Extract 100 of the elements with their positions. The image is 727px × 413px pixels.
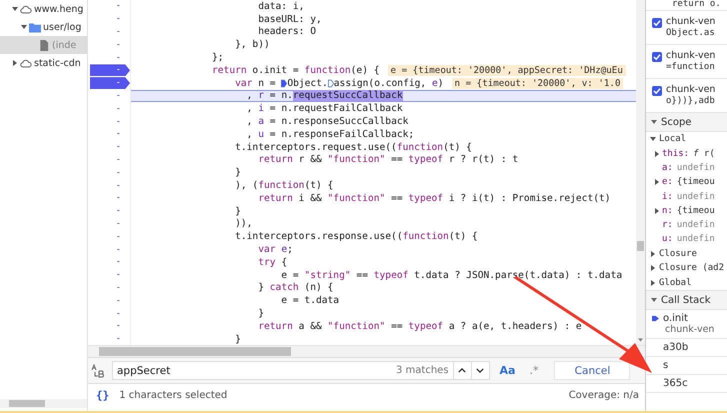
- next-match-button[interactable]: [472, 361, 490, 380]
- breakpoint-code: Object.as: [666, 28, 716, 38]
- line-number[interactable]: -: [116, 141, 130, 154]
- variable-name: n:: [662, 206, 673, 216]
- file-tree-item[interactable]: static-cdn: [0, 54, 87, 72]
- code-line: var e;: [257, 244, 293, 256]
- regex-toggle[interactable]: .*: [525, 364, 542, 377]
- selection-status: 1 characters selected: [119, 390, 228, 400]
- line-number[interactable]: -: [116, 102, 130, 115]
- code-line: e = "string" == typeof t.data ? JSON.parse(t.data) : t.data: [280, 270, 622, 281]
- code-line: }: [234, 167, 241, 178]
- scrollbar-thumb[interactable]: [9, 400, 45, 407]
- expand-arrow-icon[interactable]: [651, 297, 657, 304]
- line-number[interactable]: -: [116, 333, 130, 345]
- horizontal-scrollbar[interactable]: [88, 345, 645, 357]
- file-tree-label: (inde: [52, 40, 76, 50]
- variable-value: {timeou: [676, 177, 715, 188]
- checkbox[interactable]: [652, 86, 662, 96]
- line-number[interactable]: -: [116, 294, 130, 307]
- breakpoint-code: return o.: [672, 0, 721, 9]
- expand-arrow-icon[interactable]: [650, 265, 656, 272]
- file-tree-item[interactable]: user/log: [0, 18, 87, 36]
- breakpoint-line-number[interactable]: -: [90, 64, 130, 76]
- code-line: try {: [257, 256, 288, 268]
- line-number[interactable]: -: [116, 0, 130, 12]
- line-number[interactable]: -: [116, 26, 130, 38]
- variable-name: this:: [662, 148, 690, 159]
- inline-breakpoint-icon[interactable]: [281, 78, 288, 88]
- scope-name[interactable]: Global: [659, 278, 692, 288]
- breakpoint-file: chunk-ven: [666, 84, 716, 95]
- expand-arrow-icon[interactable]: [654, 179, 660, 186]
- file-tree-label: static-cdn: [34, 58, 81, 68]
- chevron-down-icon: [476, 368, 484, 373]
- expand-arrow-icon[interactable]: [650, 250, 656, 257]
- expand-arrow-icon[interactable]: [654, 208, 660, 214]
- code-line: }: [234, 206, 241, 217]
- line-number[interactable]: -: [116, 154, 130, 166]
- match-case-toggle[interactable]: Aa: [496, 364, 520, 377]
- code-line: };: [212, 52, 224, 64]
- previous-match-button[interactable]: [454, 361, 472, 380]
- call-frame[interactable]: 365c: [663, 378, 688, 390]
- call-frame[interactable]: o.init: [663, 313, 688, 324]
- expand-arrow-icon[interactable]: [654, 150, 660, 157]
- inline-breakpoint-outline-icon[interactable]: [328, 78, 334, 88]
- line-number[interactable]: -: [116, 128, 130, 140]
- line-number[interactable]: -: [116, 180, 130, 192]
- line-number[interactable]: -: [116, 308, 130, 320]
- code-line: ), (function(t) {: [234, 180, 334, 192]
- line-number[interactable]: -: [116, 230, 130, 243]
- expand-arrow-icon[interactable]: [12, 6, 18, 12]
- variable-name: u:: [662, 234, 673, 244]
- line-number[interactable]: -: [116, 116, 130, 128]
- cloud-icon: [20, 4, 32, 14]
- variable-name: e:: [662, 177, 673, 188]
- variable-value: undefin: [676, 220, 715, 230]
- line-number[interactable]: -: [116, 166, 130, 179]
- expand-arrow-icon[interactable]: [21, 24, 27, 30]
- expand-arrow-icon[interactable]: [651, 119, 657, 125]
- line-number[interactable]: -: [116, 192, 130, 204]
- code-line: return r && "function" == typeof r ? r(t) : t: [257, 154, 518, 166]
- expand-arrow-icon[interactable]: [650, 136, 656, 142]
- scrollbar-thumb[interactable]: [637, 241, 644, 251]
- call-frame[interactable]: s: [663, 360, 668, 372]
- inline-value: n = {timeout: '20000', v: '1.0: [452, 78, 624, 89]
- breakpoint-line-number[interactable]: -: [90, 77, 130, 90]
- code-line: e = t.data: [280, 295, 340, 306]
- expand-arrow-icon[interactable]: [12, 60, 18, 66]
- line-number[interactable]: -: [116, 90, 130, 102]
- checkbox[interactable]: [652, 18, 662, 28]
- scrollbar-thumb[interactable]: [99, 347, 291, 356]
- line-number[interactable]: -: [116, 52, 130, 64]
- line-number[interactable]: -: [116, 205, 130, 218]
- line-number[interactable]: -: [116, 244, 130, 256]
- code-line: baseURL: y,: [257, 14, 322, 25]
- pretty-print-button[interactable]: {}: [96, 388, 110, 402]
- horizontal-scrollbar[interactable]: [0, 399, 87, 408]
- scope-name[interactable]: Closure (ad2: [659, 263, 724, 274]
- code-line: Object.: [287, 78, 328, 89]
- file-tree-item[interactable]: www.heng: [0, 0, 87, 18]
- line-number[interactable]: -: [116, 320, 130, 332]
- inline-value: e = {timeout: '20000', appSecret: 'DHz@uEu: [388, 64, 626, 76]
- replace-toggle-icon[interactable]: [91, 364, 105, 378]
- code-line: data: i,: [257, 0, 304, 12]
- line-number[interactable]: -: [116, 13, 130, 26]
- line-number[interactable]: -: [116, 218, 130, 230]
- checkbox[interactable]: [652, 52, 662, 62]
- breakpoint-file: chunk-ven: [666, 16, 716, 27]
- line-number[interactable]: -: [116, 256, 130, 268]
- line-number[interactable]: -: [116, 269, 130, 282]
- scope-name[interactable]: Local: [659, 134, 686, 144]
- scope-name[interactable]: Closure: [659, 248, 697, 259]
- code-line: var n =: [234, 78, 277, 89]
- line-number[interactable]: -: [116, 38, 130, 51]
- code-line: , u = n.responseFailCallback;: [246, 128, 414, 140]
- expand-arrow-icon[interactable]: [650, 280, 656, 286]
- code-line: }, b)): [234, 39, 270, 50]
- vertical-scrollbar[interactable]: [636, 0, 645, 345]
- call-frame[interactable]: a30b: [663, 342, 688, 354]
- cancel-button[interactable]: Cancel: [554, 361, 630, 380]
- line-number[interactable]: -: [116, 282, 130, 294]
